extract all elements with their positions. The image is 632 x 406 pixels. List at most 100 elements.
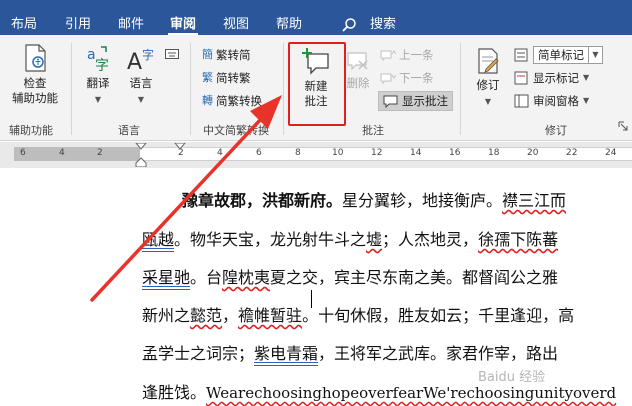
simplified-to-traditional-label: 简转繁	[216, 71, 251, 85]
next-comment-button[interactable]: 下一条	[380, 68, 434, 88]
tab-view[interactable]: 视图	[223, 17, 249, 33]
highlight-box	[288, 42, 346, 126]
group-separator	[283, 43, 284, 135]
document-line: 瓯越。物华天宝，龙光射牛斗之墟；人杰地灵，徐孺下陈蕃	[142, 226, 558, 250]
translate-label: 翻译	[86, 76, 110, 90]
first-line-indent-marker[interactable]	[174, 143, 186, 151]
ruler-number: 12	[371, 148, 383, 158]
body-text: ，	[222, 306, 239, 325]
simplified-to-traditional-button[interactable]: 繁 简转繁	[202, 68, 251, 88]
body-text: 孟学士之词宗；	[142, 344, 255, 363]
body-text: 新州之	[142, 306, 191, 325]
svg-text:A: A	[127, 50, 142, 73]
ruler-number: 6	[256, 148, 262, 158]
group-label-chinese-conversion: 中文简繁转换	[203, 124, 269, 137]
ribbon-tab-bar: 布局 引用 邮件 审阅 视图 帮助 搜索	[0, 0, 632, 35]
ruler-number: 18	[488, 148, 500, 158]
group-separator	[71, 43, 72, 135]
chevron-down-icon: ▼	[583, 73, 590, 82]
delete-comment-label: 删除	[346, 76, 370, 90]
language-button[interactable]: A 字 语言 ▼	[122, 43, 160, 107]
previous-comment-label: 上一条	[399, 48, 434, 62]
convert-simplified-icon: 簡	[202, 48, 213, 61]
delete-comment-button[interactable]: 删除	[343, 47, 373, 91]
document-line: 新州之懿范，襜帷暂驻。十旬休假，胜友如云；千里逢迎，高	[142, 302, 574, 326]
grammar-marked-text: 紫电青霜	[254, 344, 319, 363]
show-comments-icon	[383, 95, 398, 108]
chinese-conversion-label: 简繁转换	[216, 94, 262, 108]
traditional-to-simplified-label: 繁转简	[216, 48, 251, 62]
chevron-down-icon: ▼	[137, 95, 145, 104]
ruler-number: 2	[97, 148, 103, 158]
ruler-number: 16	[449, 148, 461, 158]
ruler-number: 24	[605, 148, 617, 158]
translate-button[interactable]: a 字 翻译 ▼	[78, 43, 118, 107]
tab-references[interactable]: 引用	[65, 17, 91, 33]
accessibility-check-icon	[25, 44, 46, 72]
language-icon: A 字	[127, 47, 154, 73]
next-comment-icon	[380, 73, 396, 85]
indent-marker[interactable]	[135, 143, 147, 167]
grammar-marked-text: 瓯越	[142, 230, 175, 249]
group-label-comments: 批注	[362, 124, 384, 137]
spelling-error-text: 懿范	[190, 306, 223, 325]
svg-text:字: 字	[95, 58, 109, 73]
group-separator	[460, 43, 461, 135]
spelling-error-text: WearechoosinghopeoverfearWe'rechoosingun…	[206, 384, 617, 402]
ruler-number: 8	[295, 148, 301, 158]
chinese-conversion-button[interactable]: 轉 简繁转换	[202, 91, 262, 111]
svg-text:字: 字	[142, 47, 154, 62]
horizontal-ruler[interactable]: 6 4 2 2 4 6 8 10 12 14 16 18 20 22 24	[0, 142, 632, 168]
document-line: 豫章故郡，洪都新府。星分翼轸，地接衡庐。襟三江而	[182, 187, 566, 211]
ruler-number: 6	[20, 148, 26, 158]
document-line: 孟学士之词宗；紫电青霜，王将军之武库。家君作宰，路出	[142, 340, 558, 364]
search-icon[interactable]	[341, 17, 357, 33]
search-box[interactable]: 搜索	[370, 17, 396, 33]
markup-mode-dropdown[interactable]: 简单标记 ▼	[514, 45, 603, 65]
chinese-conversion-icon: 轉	[202, 94, 213, 107]
delete-comment-icon	[347, 52, 368, 71]
translate-icon: a 字	[87, 46, 109, 73]
ruler-number: 4	[217, 148, 223, 158]
spelling-error-text: 襟三江而	[502, 191, 567, 210]
group-separator	[190, 43, 191, 135]
tab-help[interactable]: 帮助	[276, 17, 302, 33]
show-comments-button[interactable]: 显示批注	[378, 91, 453, 111]
body-text: 。十旬休假，胜友如云；千里逢迎，高	[302, 306, 575, 325]
language-label: 语言	[129, 76, 153, 90]
heading-text: 豫章故郡，洪都新府。	[182, 191, 343, 210]
dialog-launcher-icon[interactable]	[618, 121, 628, 131]
show-comments-label: 显示批注	[402, 94, 448, 108]
spelling-error-text: 襜帷暂驻	[238, 306, 303, 325]
check-accessibility-button[interactable]: 检查 辅助功能	[8, 43, 62, 106]
watermark-text: Baidu 经验	[478, 370, 546, 385]
group-label-tracking: 修订	[545, 124, 567, 137]
check-accessibility-label: 检查 辅助功能	[12, 76, 58, 105]
ruler-number: 14	[410, 148, 422, 158]
chevron-down-icon: ▼	[484, 97, 492, 106]
text-cursor	[311, 290, 312, 308]
spelling-error-text: 徐孺下陈蕃	[478, 230, 559, 249]
keyboard-icon[interactable]	[165, 49, 179, 59]
previous-comment-button[interactable]: 上一条	[380, 45, 434, 65]
chevron-down-icon: ▼	[589, 46, 603, 64]
tab-layout[interactable]: 布局	[11, 17, 37, 33]
reviewing-pane-button[interactable]: 审阅窗格 ▼	[514, 91, 589, 111]
grammar-marked-text: 采星驰	[142, 268, 191, 287]
show-markup-button[interactable]: 显示标记 ▼	[514, 68, 589, 88]
tab-review[interactable]: 审阅	[170, 17, 196, 33]
body-text: 。台	[190, 268, 223, 287]
track-changes-label: 修订	[476, 78, 500, 92]
markup-mode-icon	[514, 48, 528, 62]
ruler-number: 4	[59, 148, 65, 158]
traditional-to-simplified-button[interactable]: 簡 繁转简	[202, 45, 251, 65]
previous-comment-icon	[380, 50, 396, 62]
chevron-down-icon: ▼	[94, 95, 102, 104]
ruler-number: 22	[566, 148, 578, 158]
track-changes-button[interactable]: 修订 ▼	[470, 47, 506, 109]
next-comment-label: 下一条	[399, 71, 434, 85]
convert-traditional-icon: 繁	[202, 71, 213, 84]
body-text: 。物华天宝，龙光射牛斗之	[174, 230, 367, 249]
reviewing-pane-label: 审阅窗格	[533, 94, 579, 108]
tab-mailings[interactable]: 邮件	[118, 17, 144, 33]
